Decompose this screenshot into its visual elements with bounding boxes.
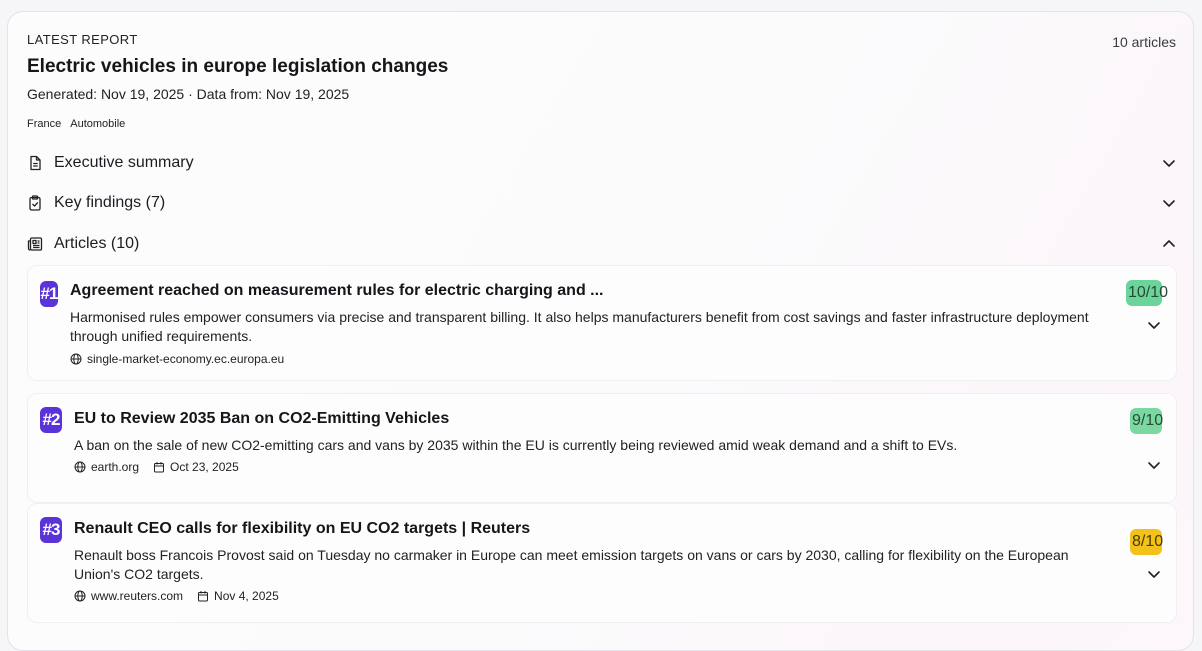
date-text: Nov 4, 2025	[214, 589, 279, 603]
article-date: Nov 4, 2025	[197, 589, 279, 603]
chevron-down-icon[interactable]	[1146, 566, 1162, 582]
rank-badge: #2	[40, 407, 62, 433]
globe-icon	[74, 461, 86, 473]
calendar-icon	[198, 591, 209, 602]
chevron-down-icon[interactable]	[1161, 195, 1177, 211]
article-meta: earth.org Oct 23, 2025	[74, 460, 253, 474]
report-title: Electric vehicles in europe legislation …	[27, 56, 449, 77]
section-executive-summary[interactable]: Executive summary	[27, 150, 1177, 176]
document-icon	[27, 155, 43, 171]
chevron-up-icon[interactable]	[1161, 236, 1177, 252]
tag-list: France Automobile	[27, 118, 125, 130]
report-card: LATEST REPORT 10 articles Electric vehic…	[7, 11, 1194, 651]
section-label: Executive summary	[54, 154, 194, 171]
article-card[interactable]: #1 Agreement reached on measurement rule…	[27, 265, 1177, 381]
report-eyebrow: LATEST REPORT	[27, 32, 138, 47]
source-text: earth.org	[91, 460, 140, 474]
globe-icon	[70, 353, 82, 365]
article-source[interactable]: www.reuters.com	[74, 589, 183, 603]
article-count: 10 articles	[1112, 34, 1176, 50]
section-articles[interactable]: Articles (10)	[27, 231, 1177, 257]
score-badge: 8/10	[1130, 529, 1163, 555]
article-date: Oct 23, 2025	[153, 460, 239, 474]
tag-country[interactable]: France	[27, 118, 61, 130]
rank-badge: #1	[40, 281, 58, 307]
tag-industry[interactable]: Automobile	[70, 118, 125, 130]
report-meta: Generated: Nov 19, 2025 · Data from: Nov…	[27, 86, 350, 102]
calendar-icon	[154, 462, 165, 473]
article-source[interactable]: single-market-economy.ec.europa.eu	[70, 352, 284, 366]
article-title[interactable]: Agreement reached on measurement rules f…	[70, 282, 604, 300]
article-source[interactable]: earth.org	[74, 460, 139, 474]
article-title[interactable]: Renault CEO calls for flexibility on EU …	[74, 520, 530, 538]
chevron-down-icon[interactable]	[1161, 155, 1177, 171]
section-label: Key findings (7)	[54, 194, 166, 211]
article-card[interactable]: #2 EU to Review 2035 Ban on CO2-Emitting…	[27, 393, 1177, 503]
article-meta: single-market-economy.ec.europa.eu	[70, 352, 298, 366]
newspaper-icon	[27, 236, 43, 252]
globe-icon	[74, 590, 86, 602]
date-text: Oct 23, 2025	[170, 460, 239, 474]
article-description: Renault boss Francois Provost said on Tu…	[74, 547, 1069, 582]
section-key-findings[interactable]: Key findings (7)	[27, 190, 1177, 216]
chevron-down-icon[interactable]	[1146, 457, 1162, 473]
article-description: Harmonised rules empower consumers via p…	[70, 309, 1089, 344]
source-text: single-market-economy.ec.europa.eu	[87, 352, 285, 366]
score-badge: 9/10	[1130, 408, 1163, 434]
article-meta: www.reuters.com Nov 4, 2025	[74, 589, 293, 603]
rank-badge: #3	[40, 517, 62, 543]
article-card[interactable]: #3 Renault CEO calls for flexibility on …	[27, 503, 1177, 623]
section-label: Articles (10)	[54, 235, 140, 252]
article-title[interactable]: EU to Review 2035 Ban on CO2-Emitting Ve…	[74, 410, 449, 428]
clipboard-check-icon	[27, 195, 43, 211]
score-badge: 10/10	[1126, 280, 1168, 306]
source-text: www.reuters.com	[91, 589, 184, 603]
chevron-down-icon[interactable]	[1146, 317, 1162, 333]
article-description: A ban on the sale of new CO2-emitting ca…	[74, 437, 958, 453]
